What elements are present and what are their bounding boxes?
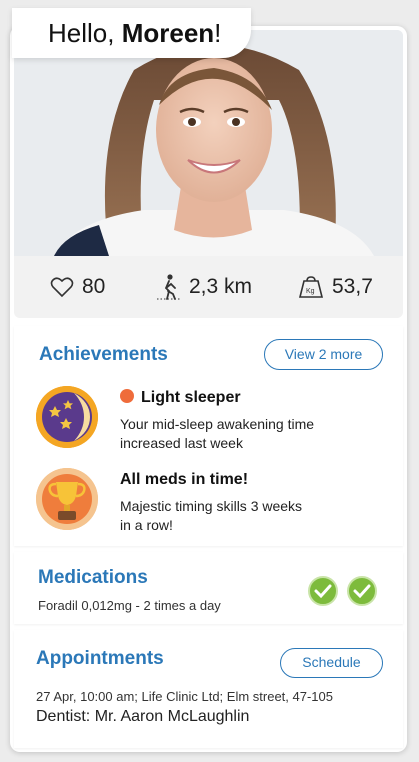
moon-stars-icon xyxy=(36,386,98,448)
achievement-description-1: Your mid-sleep awakening time increased l… xyxy=(120,416,315,451)
achievement-description-2: Majestic timing skills 3 weeks in a row! xyxy=(120,498,303,533)
dose-taken-check-2[interactable] xyxy=(347,576,377,606)
profile-photo-illustration xyxy=(14,30,403,256)
likes-count: 80 xyxy=(82,275,106,298)
greeting-prefix: Hello, xyxy=(48,18,122,48)
stats-bar: 80 2,3 km Kg 53,7 xyxy=(14,256,403,318)
profile-card: 80 2,3 km Kg 53,7 Achievements View 2 mo… xyxy=(10,26,407,752)
check-icon xyxy=(353,584,371,599)
appointment-doctor: Dentist: Mr. Aaron McLaughlin xyxy=(36,708,250,725)
appointment-detail: 27 Apr, 10:00 am; Life Clinic Ltd; Elm s… xyxy=(36,689,333,704)
new-indicator-dot xyxy=(120,389,134,403)
likes-stat[interactable]: 80 xyxy=(50,275,105,299)
view-more-button[interactable]: View 2 more xyxy=(264,339,383,370)
appointments-section: Appointments Schedule 27 Apr, 10:00 am; … xyxy=(14,630,403,748)
check-icon xyxy=(314,584,332,599)
appointments-title: Appointments xyxy=(36,648,164,669)
achievements-title: Achievements xyxy=(39,344,168,365)
distance-stat[interactable]: 2,3 km xyxy=(157,274,252,300)
greeting-suffix: ! xyxy=(214,18,222,48)
walking-person-icon xyxy=(157,274,181,300)
heart-icon xyxy=(50,277,74,298)
achievement-title-2: All meds in time! xyxy=(120,471,249,488)
trophy-icon xyxy=(36,468,98,530)
distance-value: 2,3 km xyxy=(189,275,253,298)
weight-stat[interactable]: Kg 53,7 xyxy=(298,275,373,299)
svg-text:Kg: Kg xyxy=(306,288,315,295)
weight-icon: Kg xyxy=(298,276,324,298)
achievements-section: Achievements View 2 more Light sleeper Y… xyxy=(14,326,403,546)
profile-photo xyxy=(14,30,403,256)
medication-detail: Foradil 0,012mg - 2 times a day xyxy=(38,598,221,613)
dose-taken-check-1[interactable] xyxy=(308,576,338,606)
weight-value: 53,7 xyxy=(332,275,373,298)
schedule-button[interactable]: Schedule xyxy=(280,648,383,678)
greeting: Hello, Moreen! xyxy=(12,8,252,58)
achievement-title-1: Light sleeper xyxy=(120,389,241,407)
user-name: Moreen xyxy=(121,18,215,48)
medications-title: Medications xyxy=(38,567,148,588)
medications-section: Medications Foradil 0,012mg - 2 times a … xyxy=(14,552,403,624)
